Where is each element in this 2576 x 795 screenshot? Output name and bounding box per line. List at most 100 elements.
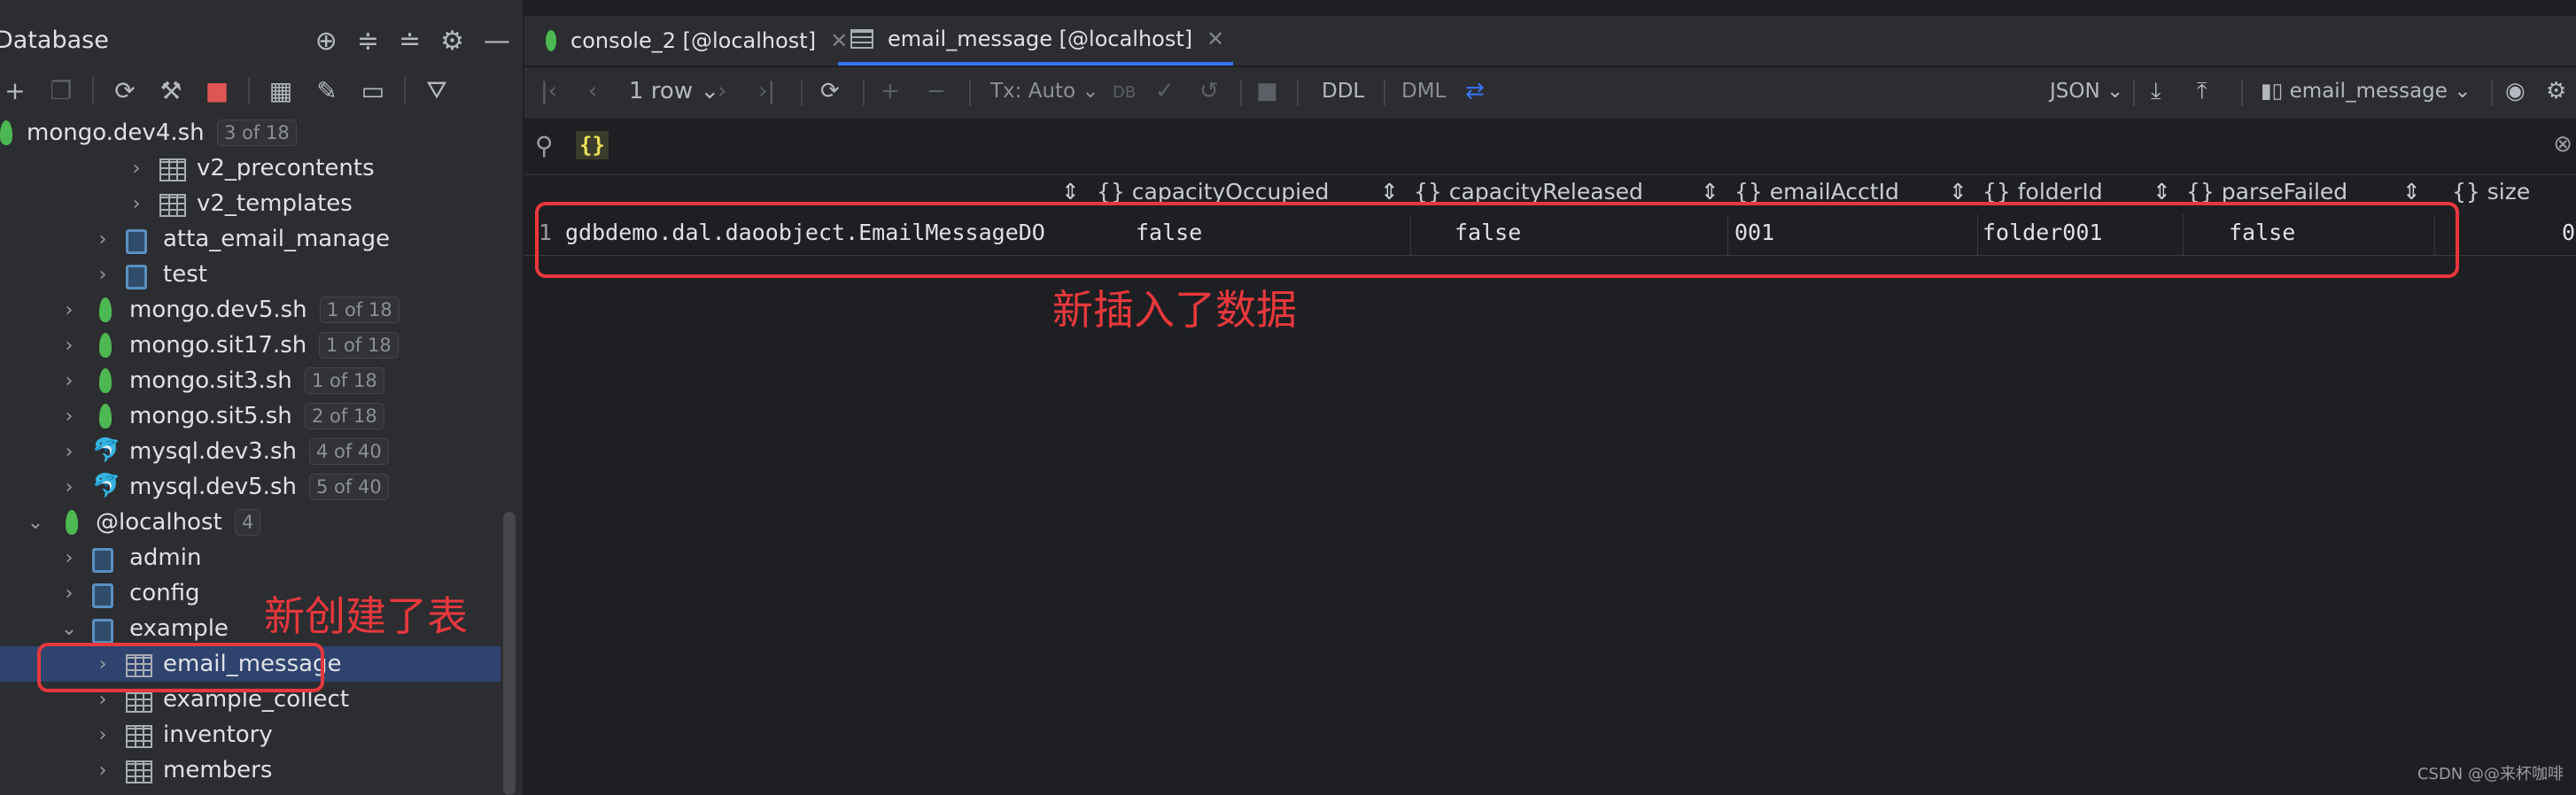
filter-input[interactable]: {} [576, 131, 609, 159]
sidebar-scrollbar[interactable] [503, 512, 516, 795]
gear-icon[interactable]: ⚙ [2546, 78, 2566, 104]
close-icon[interactable]: ✕ [1207, 27, 1224, 51]
clear-filter-icon[interactable]: ⊗ [2553, 131, 2572, 158]
chevron-right-icon[interactable]: › [94, 228, 112, 251]
tree-item[interactable]: › mongo.sit3.sh 1 of 18 [0, 363, 500, 398]
next-page-icon[interactable]: › [718, 78, 726, 104]
filter-icon[interactable]: ⛛ [422, 75, 452, 105]
toolbar-separator [404, 77, 406, 104]
count-badge: 1 of 18 [319, 332, 399, 359]
dml-button[interactable]: DML [1401, 80, 1446, 103]
tree-item[interactable]: › 🐬 mysql.dev5.sh 5 of 40 [0, 469, 500, 505]
refresh-icon[interactable]: ⟳ [110, 76, 140, 105]
column-header[interactable]: {} size [2452, 179, 2530, 211]
tree-item[interactable]: › mongo.sit17.sh 1 of 18 [0, 328, 500, 363]
count-badge: 1 of 18 [305, 367, 384, 394]
toolbar-separator [969, 80, 971, 106]
chevron-right-icon[interactable]: › [60, 441, 78, 463]
chevron-right-icon[interactable]: › [128, 193, 145, 215]
filter-bar: ⚲ {} ⊗ [524, 120, 2576, 175]
tree-item-label: inventory [163, 722, 273, 748]
stop-icon[interactable]: ■ [202, 76, 232, 105]
highlight-box-row [535, 202, 2459, 278]
table-view-icon[interactable]: ▦ [266, 76, 296, 105]
db-commit-icon[interactable]: DB [1113, 83, 1136, 102]
tree-item[interactable]: › mongo.sit5.sh 2 of 18 [0, 398, 500, 434]
ddl-button[interactable]: DDL [1322, 80, 1364, 103]
compare-icon[interactable]: ⇄ [1465, 78, 1485, 104]
chevron-right-icon[interactable]: › [60, 335, 78, 357]
undo-icon[interactable]: ↺ [1199, 78, 1219, 104]
table-icon [126, 690, 152, 713]
table-icon [126, 725, 152, 748]
tree-item[interactable]: › mongo.dev5.sh 1 of 18 [0, 292, 500, 328]
toolbar-separator [1240, 80, 1242, 106]
database-icon [126, 265, 147, 289]
delete-row-icon[interactable]: − [927, 78, 946, 104]
tx-mode-label: Tx: Auto [990, 80, 1076, 103]
chevron-right-icon[interactable]: › [60, 370, 78, 392]
schema-sync-icon[interactable]: ⚒ [156, 76, 186, 105]
chevron-right-icon[interactable]: › [60, 583, 78, 605]
sidebar-header-icons: ⊕ ≑ ≐ ⚙ — [315, 25, 510, 58]
cell-size[interactable]: 0 [2562, 220, 2575, 250]
chevron-right-icon[interactable]: › [60, 547, 78, 569]
edit-icon[interactable]: ✎ [312, 76, 342, 105]
tree-item[interactable]: › v2_precontents [0, 151, 500, 186]
watermark: CSDN @@来杯咖啡 [2417, 765, 2564, 783]
chevron-right-icon[interactable]: › [94, 264, 112, 286]
collection-select[interactable]: ▮▯ email_message ⌄ [2261, 80, 2471, 103]
prev-page-icon[interactable]: ‹ [588, 78, 597, 104]
chevron-right-icon[interactable]: › [94, 724, 112, 746]
tree-item[interactable]: › v2_templates [0, 186, 500, 221]
first-page-icon[interactable]: |‹ [540, 78, 557, 104]
tx-mode-select[interactable]: Tx: Auto ⌄ [990, 80, 1099, 103]
format-select[interactable]: JSON ⌄ [2050, 80, 2123, 103]
chevron-down-icon[interactable]: ⌄ [60, 618, 78, 640]
tree-item[interactable]: › admin [0, 540, 500, 575]
editor-tabs: console_2 [@localhost] ✕ email_message [… [524, 16, 2576, 67]
chevron-right-icon[interactable]: › [60, 299, 78, 321]
sql-console-icon[interactable]: ▭ [358, 76, 388, 105]
sidebar-header: Database ⊕ ≑ ≐ ⚙ — [0, 21, 523, 62]
tree-item[interactable]: ⌄ @localhost 4 [0, 505, 500, 540]
upload-icon[interactable]: ⤒ [2197, 78, 2207, 105]
toolbar-separator [92, 77, 94, 104]
expand-all-icon[interactable]: ≑ [357, 25, 379, 58]
copy-icon[interactable]: ❐ [46, 76, 76, 105]
tree-item[interactable]: › 🐬 mysql.dev3.sh 4 of 40 [0, 434, 500, 469]
tree-item[interactable]: › members [0, 753, 500, 788]
tree-item-label: v2_precontents [197, 155, 375, 181]
add-row-icon[interactable]: + [881, 78, 900, 104]
tree-item[interactable]: › atta_email_manage [0, 221, 500, 257]
chevron-down-icon[interactable]: ⌄ [27, 512, 44, 534]
chevron-right-icon[interactable]: › [128, 158, 145, 180]
toolbar-separator [2241, 80, 2243, 106]
chevron-right-icon[interactable]: › [60, 476, 78, 498]
tree-item[interactable]: › test [0, 257, 500, 292]
tree-item-label: mongo.sit5.sh [129, 403, 292, 429]
last-page-icon[interactable]: ›| [758, 78, 775, 104]
eye-icon[interactable]: ◉ [2505, 78, 2526, 104]
check-icon[interactable]: ✓ [1155, 78, 1175, 104]
tab-console[interactable]: console_2 [@localhost] ✕ [546, 16, 848, 66]
collapse-all-icon[interactable]: ≐ [399, 25, 421, 58]
tree-item-label: mysql.dev5.sh [129, 474, 297, 500]
refresh-icon[interactable]: ⟳ [820, 78, 840, 104]
add-icon[interactable]: + [0, 76, 30, 105]
count-badge: 4 [235, 509, 261, 536]
tree-item[interactable]: mongo.dev4.sh 3 of 18 [0, 115, 500, 151]
download-icon[interactable]: ⤓ [2151, 78, 2161, 105]
minimize-icon[interactable]: — [484, 25, 510, 58]
chevron-right-icon[interactable]: › [60, 405, 78, 428]
gear-icon[interactable]: ⚙ [440, 25, 464, 58]
search-icon: ⚲ [535, 131, 554, 160]
sidebar-top-strip [0, 0, 523, 18]
tab-email-message[interactable]: email_message [@localhost] ✕ [838, 16, 1234, 66]
tree-item[interactable]: › inventory [0, 717, 500, 753]
row-count-select[interactable]: 1 row ⌄ [629, 78, 719, 104]
count-badge: 1 of 18 [320, 297, 400, 323]
chevron-right-icon[interactable]: › [94, 760, 112, 782]
stop-icon[interactable]: ■ [1256, 78, 1278, 104]
crosshair-icon[interactable]: ⊕ [315, 25, 338, 58]
